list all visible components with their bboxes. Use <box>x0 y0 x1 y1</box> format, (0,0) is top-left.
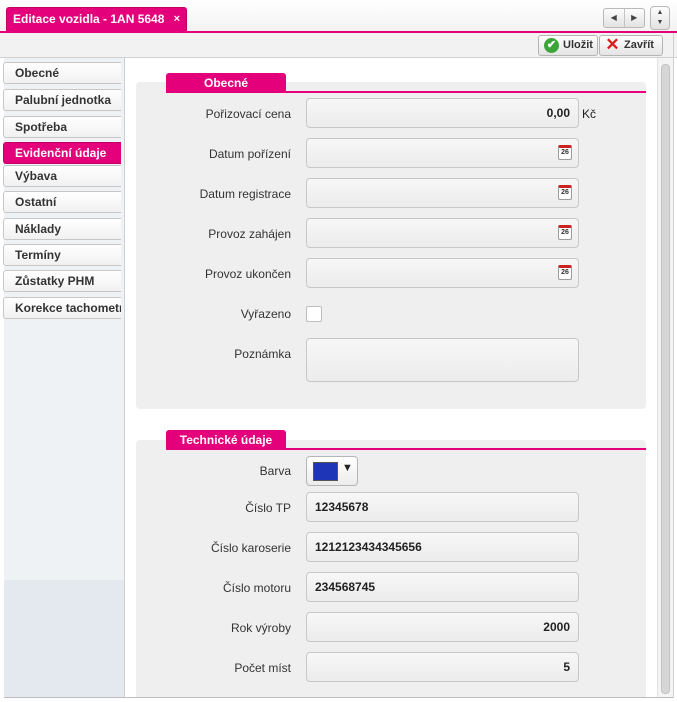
registration-date-label: Datum registrace <box>199 187 291 201</box>
sidebar-item-evidencni-udaje[interactable]: Evidenční údaje <box>3 142 121 164</box>
operation-started-label: Provoz zahájen <box>208 227 291 241</box>
tp-number-field[interactable]: 12345678 <box>306 492 579 522</box>
sidebar-item-zustatky-phm[interactable]: Zůstatky PHM <box>3 270 121 292</box>
sidebar-item-spotreba[interactable]: Spotřeba <box>3 116 121 138</box>
calendar-icon[interactable]: 26 <box>558 145 572 160</box>
vertical-scrollbar[interactable] <box>657 58 673 698</box>
color-swatch <box>313 462 338 481</box>
next-tab-icon[interactable]: ▶ <box>623 9 645 27</box>
tab-navigation: ◀ ▶ <box>603 8 645 28</box>
year-field[interactable]: 2000 <box>306 612 579 642</box>
chevron-down-icon: ▼ <box>342 462 353 474</box>
seats-label: Počet míst <box>234 661 291 675</box>
tab-title: Editace vozidla - 1AN 5648 <box>13 12 165 26</box>
sidebar-item-vybava[interactable]: Výbava <box>3 165 121 187</box>
scroll-down-icon[interactable]: ▼ <box>651 18 669 28</box>
engine-number-label: Číslo motoru <box>222 581 291 595</box>
general-panel-title: Obecné <box>166 73 286 93</box>
registration-date-field[interactable]: 26 <box>306 178 579 208</box>
close-button[interactable]: ✕ Zavřít <box>599 35 663 56</box>
sidebar-item-korekce-tachometru[interactable]: Korekce tachometru <box>3 297 121 319</box>
operation-ended-label: Provoz ukončen <box>204 267 291 281</box>
sidebar-item-ostatni[interactable]: Ostatní <box>3 191 121 213</box>
sidebar-item-obecne[interactable]: Obecné <box>3 62 121 84</box>
calendar-icon[interactable]: 26 <box>558 225 572 240</box>
tp-number-label: Číslo TP <box>245 501 291 515</box>
tab-strip: Editace vozidla - 1AN 5648 × ◀ ▶ ▲ ▼ <box>0 0 677 33</box>
engine-number-field[interactable]: 234568745 <box>306 572 579 602</box>
body-number-label: Číslo karoserie <box>210 541 291 555</box>
technical-panel-title-bar <box>166 448 646 450</box>
technical-panel-title: Technické údaje <box>166 430 286 450</box>
calendar-icon[interactable]: 26 <box>558 185 572 200</box>
save-label: Uložit <box>563 39 593 51</box>
purchase-price-label: Pořizovací cena <box>205 107 291 121</box>
scroll-up-icon[interactable]: ▲ <box>651 8 669 18</box>
prev-tab-icon[interactable]: ◀ <box>604 9 624 27</box>
sidebar-bottom-shade <box>4 580 124 698</box>
retired-checkbox[interactable] <box>306 306 322 322</box>
tab-vehicle-edit[interactable]: Editace vozidla - 1AN 5648 × <box>6 7 187 32</box>
purchase-date-label: Datum pořízení <box>208 147 291 161</box>
scrollbar-thumb[interactable] <box>661 64 670 694</box>
retired-label: Vyřazeno <box>240 307 291 321</box>
operation-started-field[interactable]: 26 <box>306 218 579 248</box>
general-panel-title-bar <box>166 91 646 93</box>
calendar-icon[interactable]: 26 <box>558 265 572 280</box>
currency-unit: Kč <box>582 107 597 121</box>
body-number-field[interactable]: 1212123434345656 <box>306 532 579 562</box>
save-button[interactable]: ✔ Uložit <box>538 35 598 56</box>
seats-field[interactable]: 5 <box>306 652 579 682</box>
close-tab-icon[interactable]: × <box>174 8 180 31</box>
year-label: Rok výroby <box>230 621 291 635</box>
close-label: Zavřít <box>624 39 654 51</box>
note-label: Poznámka <box>234 347 291 361</box>
x-icon: ✕ <box>605 35 620 54</box>
window-right-border <box>673 33 674 698</box>
toolbar: ✔ Uložit ✕ Zavřít <box>0 33 677 58</box>
tab-scroll-button[interactable]: ▲ ▼ <box>650 6 670 30</box>
check-circle-icon: ✔ <box>544 38 559 53</box>
sidebar-item-naklady[interactable]: Náklady <box>3 218 121 240</box>
color-picker[interactable]: ▼ <box>306 456 358 486</box>
purchase-date-field[interactable]: 26 <box>306 138 579 168</box>
sidebar-item-terminy[interactable]: Termíny <box>3 244 121 266</box>
color-label: Barva <box>259 464 291 478</box>
window-bottom-border <box>4 697 673 698</box>
note-textarea[interactable] <box>306 338 579 382</box>
purchase-price-field[interactable]: 0,00 <box>306 98 579 128</box>
sidebar-item-palubni-jednotka[interactable]: Palubní jednotka <box>3 89 121 111</box>
operation-ended-field[interactable]: 26 <box>306 258 579 288</box>
